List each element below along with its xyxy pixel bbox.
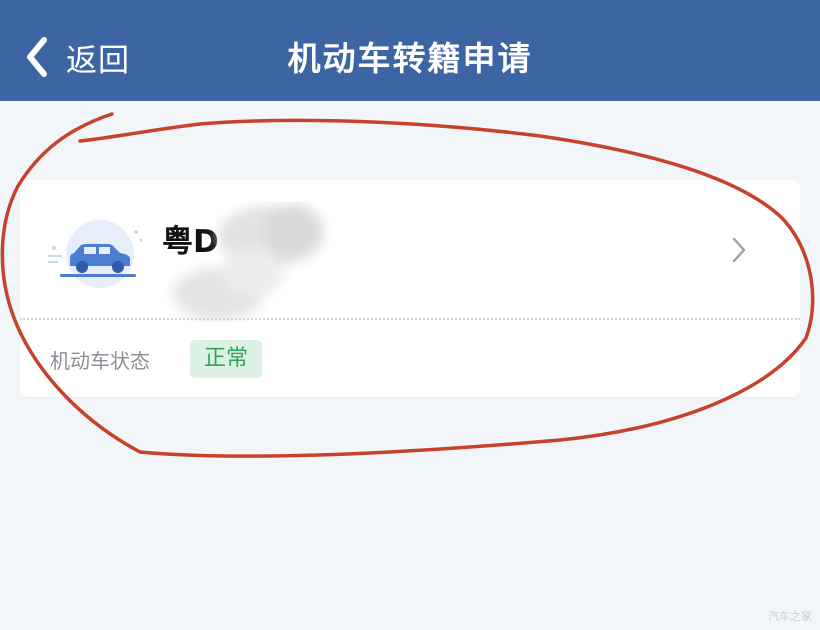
top-navigation-bar: 返回 机动车转籍申请	[0, 0, 820, 101]
dotted-divider	[20, 318, 800, 320]
page-title: 机动车转籍申请	[287, 39, 533, 78]
chevron-right-icon	[732, 237, 746, 263]
car-icon	[48, 220, 143, 288]
privacy-blur-mask	[173, 204, 323, 320]
vehicle-card[interactable]: 粤D 机动车状态 正常	[20, 180, 800, 397]
vehicle-status-label: 机动车状态	[50, 349, 150, 373]
status-badge: 正常	[190, 340, 262, 378]
watermark: 汽车之家	[768, 610, 812, 623]
